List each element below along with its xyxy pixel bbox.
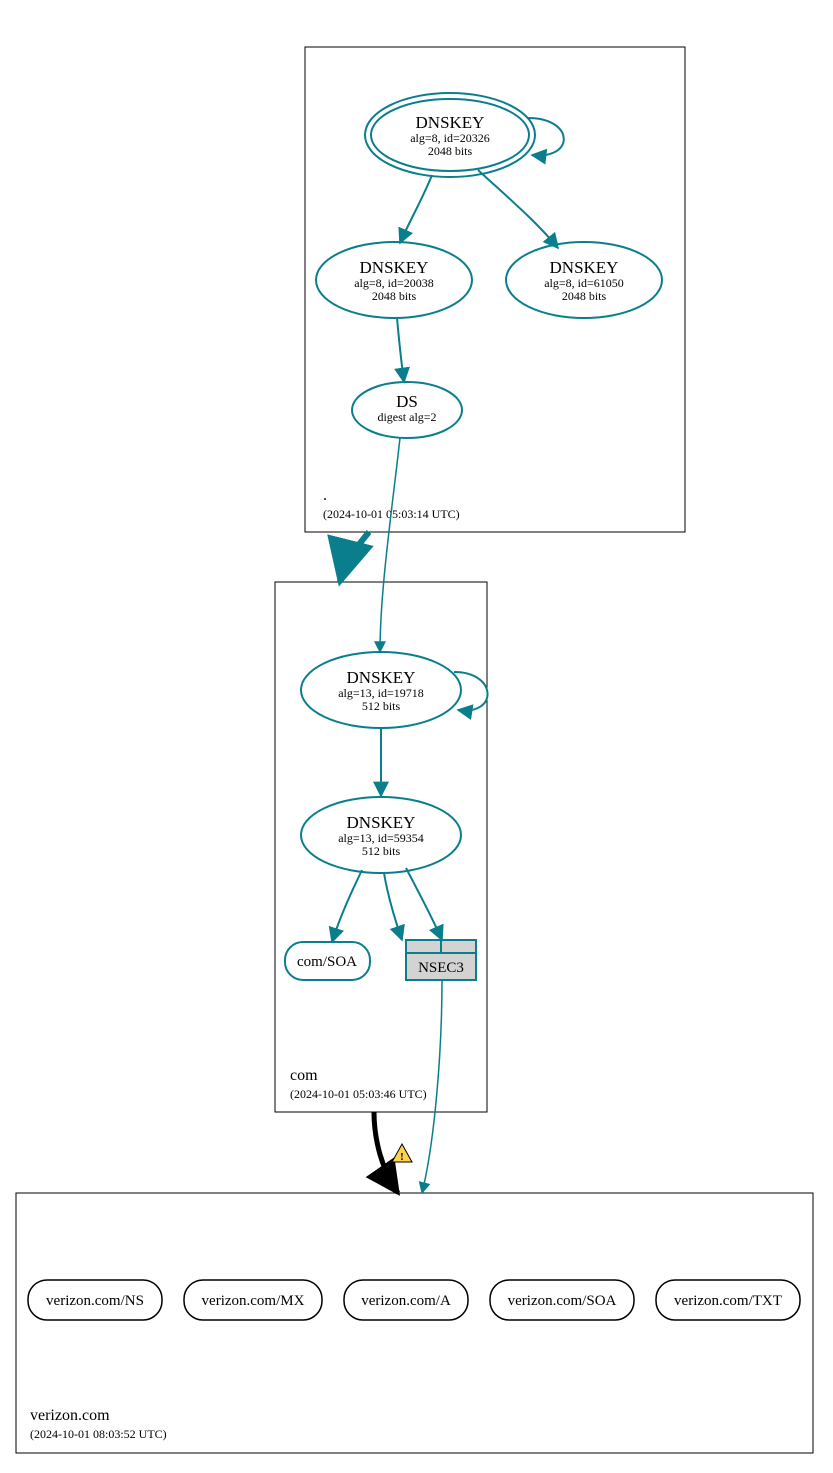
node-ds: DS digest alg=2	[352, 382, 462, 438]
rr-mx: verizon.com/MX	[184, 1280, 322, 1320]
node-root-zsk2: DNSKEY alg=8, id=61050 2048 bits	[506, 242, 662, 318]
rr-ns: verizon.com/NS	[28, 1280, 162, 1320]
svg-text:!: !	[400, 1151, 404, 1163]
dnssec-diagram: DNSKEY alg=8, id=20326 2048 bits DNSKEY …	[0, 0, 833, 1473]
node-com-zsk: DNSKEY alg=13, id=59354 512 bits	[301, 797, 461, 873]
zone-leaf: verizon.com/NS verizon.com/MX verizon.co…	[16, 1193, 813, 1453]
com-ksk-line2: alg=13, id=19718	[338, 686, 424, 700]
com-zsk-line2: alg=13, id=59354	[338, 831, 424, 845]
root-ksk-line2: alg=8, id=20326	[410, 131, 490, 145]
root-zsk2-line3: 2048 bits	[562, 289, 607, 303]
svg-text:verizon.com/SOA: verizon.com/SOA	[508, 1293, 617, 1309]
rr-a: verizon.com/A	[344, 1280, 468, 1320]
svg-text:verizon.com/TXT: verizon.com/TXT	[674, 1293, 782, 1309]
zone-com-time: (2024-10-01 05:03:46 UTC)	[290, 1087, 427, 1101]
com-zsk-line3: 512 bits	[362, 844, 401, 858]
com-ksk-line3: 512 bits	[362, 699, 401, 713]
zone-com: DNSKEY alg=13, id=19718 512 bits DNSKEY …	[275, 582, 488, 1112]
warning-icon: !	[392, 1144, 412, 1163]
root-ksk-title: DNSKEY	[416, 113, 485, 132]
ds-line2: digest alg=2	[377, 410, 436, 424]
svg-text:verizon.com/A: verizon.com/A	[361, 1293, 451, 1309]
zone-com-label: com	[290, 1067, 318, 1084]
node-root-ksk: DNSKEY alg=8, id=20326 2048 bits	[365, 93, 535, 177]
root-ksk-line3: 2048 bits	[428, 144, 473, 158]
node-root-zsk1: DNSKEY alg=8, id=20038 2048 bits	[316, 242, 472, 318]
node-nsec3: NSEC3	[406, 940, 476, 980]
com-soa-title: com/SOA	[297, 954, 357, 970]
root-zsk1-line2: alg=8, id=20038	[354, 276, 434, 290]
root-zsk1-title: DNSKEY	[360, 258, 429, 277]
root-zsk1-line3: 2048 bits	[372, 289, 417, 303]
svg-text:verizon.com/NS: verizon.com/NS	[46, 1293, 144, 1309]
zone-root: DNSKEY alg=8, id=20326 2048 bits DNSKEY …	[305, 47, 685, 532]
zone-leaf-time: (2024-10-01 08:03:52 UTC)	[30, 1427, 167, 1441]
node-com-ksk: DNSKEY alg=13, id=19718 512 bits	[301, 652, 461, 728]
node-com-soa: com/SOA	[285, 942, 370, 980]
com-zsk-title: DNSKEY	[347, 813, 416, 832]
rr-soa: verizon.com/SOA	[490, 1280, 634, 1320]
root-zsk2-title: DNSKEY	[550, 258, 619, 277]
root-zsk2-line2: alg=8, id=61050	[544, 276, 624, 290]
zone-root-label: .	[323, 487, 327, 504]
zone-leaf-label: verizon.com	[30, 1407, 110, 1424]
svg-text:verizon.com/MX: verizon.com/MX	[202, 1293, 305, 1309]
rr-txt: verizon.com/TXT	[656, 1280, 800, 1320]
com-ksk-title: DNSKEY	[347, 668, 416, 687]
ds-title: DS	[396, 392, 418, 411]
nsec3-title: NSEC3	[418, 960, 464, 976]
